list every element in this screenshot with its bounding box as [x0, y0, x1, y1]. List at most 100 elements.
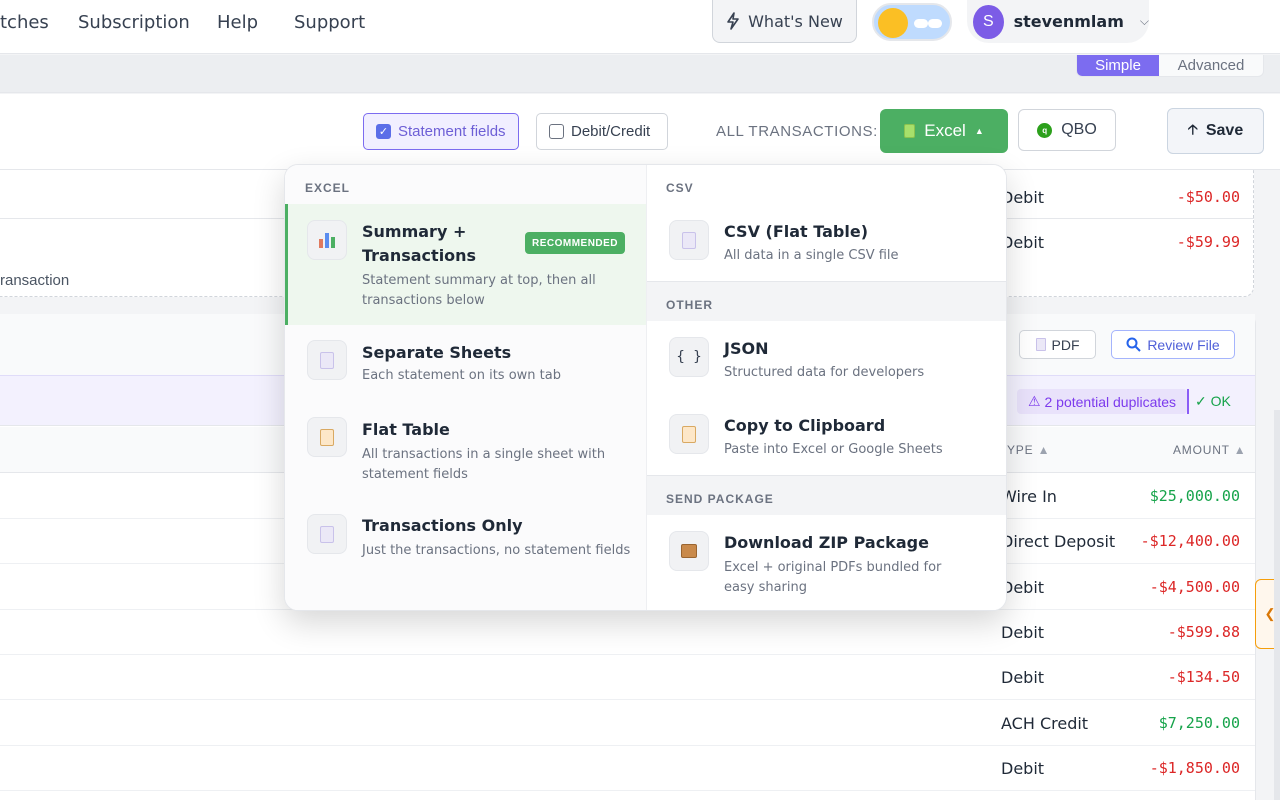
section-heading-other: OTHER [666, 298, 713, 312]
menu-item-desc: Excel + original PDFs bundled for easy s… [724, 560, 942, 595]
menu-item-title: Flat Table [362, 420, 450, 439]
recommended-badge: RECOMMENDED [525, 232, 625, 254]
qbo-export-button[interactable]: q QBO [1018, 109, 1116, 151]
debit-credit-label: Debit/Credit [571, 123, 651, 140]
cell-amount: $7,250.00 [1158, 714, 1240, 732]
nav-link-batches[interactable]: tches [0, 12, 49, 33]
cell-type: Debit [1001, 759, 1045, 778]
section-heading-send-package: SEND PACKAGE [666, 492, 774, 506]
duplicates-label: 2 potential duplicates [1044, 393, 1177, 410]
save-button[interactable]: 🡡 Save [1167, 108, 1264, 154]
whats-new-button[interactable]: What's New [712, 0, 857, 43]
menu-item-separate-sheets[interactable]: Separate Sheets Each statement on its ow… [285, 328, 646, 400]
mode-simple-button[interactable]: Simple [1077, 55, 1159, 76]
menu-item-title: CSV (Flat Table) [724, 222, 869, 241]
excel-label: Excel [924, 121, 966, 140]
review-file-button[interactable]: Review File [1111, 330, 1235, 359]
ok-badge[interactable]: ✓ OK [1195, 393, 1231, 410]
sort-up-icon: ▲ [1233, 443, 1247, 457]
menu-item-title: Summary + Transactions [362, 222, 477, 265]
all-transactions-label: ALL TRANSACTIONS: [716, 123, 878, 140]
cell-type: Wire In [1001, 487, 1057, 506]
cell-type: Direct Deposit [1001, 532, 1116, 551]
menu-item-csv[interactable]: CSV (Flat Table) All data in a single CS… [647, 204, 1006, 281]
whats-new-label: What's New [748, 11, 843, 31]
menu-item-summary-transactions[interactable]: Summary + Transactions Statement summary… [285, 204, 646, 325]
menu-item-desc: Each statement on its own tab [362, 368, 561, 383]
export-menu: EXCEL Summary + Transactions Statement s… [284, 164, 1007, 611]
package-icon [669, 531, 709, 571]
nav-link-subscription[interactable]: Subscription [78, 12, 190, 33]
cell-type: Debit [1001, 578, 1045, 597]
cell-amount: -$134.50 [1167, 668, 1240, 686]
cloud-shape [928, 19, 942, 28]
menu-item-title: Download ZIP Package [724, 533, 929, 552]
document-icon [669, 220, 709, 260]
braces-icon: { } [669, 337, 709, 377]
caret-up-icon: ▲ [974, 126, 984, 136]
row-divider [0, 654, 1255, 655]
column-type-label: YPE [1007, 443, 1034, 457]
menu-item-flat-table[interactable]: Flat Table All transactions in a single … [285, 405, 646, 495]
cell-amount: -$50.00 [1176, 188, 1240, 206]
scrollbar[interactable] [1274, 410, 1280, 800]
menu-item-desc: All data in a single CSV file [724, 248, 899, 263]
excel-file-icon [904, 124, 916, 138]
sort-up-icon: ▲ [1037, 443, 1051, 457]
mode-strip: Simple Advanced [0, 55, 1280, 93]
statement-fields-checkbox[interactable]: ✓ Statement fields [363, 113, 519, 150]
nav-link-help[interactable]: Help [217, 12, 258, 33]
menu-item-title: JSON [724, 339, 769, 358]
quickbooks-icon: q [1037, 122, 1053, 138]
duplicates-badge[interactable]: ⚠ 2 potential duplicates [1017, 389, 1187, 414]
chevron-down-icon: ⌵ [1139, 14, 1149, 28]
excel-export-button[interactable]: Excel ▲ [880, 109, 1008, 153]
save-label: Save [1205, 122, 1244, 139]
menu-item-json[interactable]: { } JSON Structured data for developers [647, 321, 1006, 398]
column-amount-label: AMOUNT [1173, 443, 1230, 457]
pdf-button[interactable]: PDF [1019, 330, 1096, 359]
sun-icon [878, 8, 908, 38]
cell-type: Debit [1001, 233, 1045, 252]
menu-item-copy-clipboard[interactable]: Copy to Clipboard Paste into Excel or Go… [647, 398, 1006, 475]
chart-icon [307, 220, 347, 260]
section-heading-csv: CSV [666, 181, 694, 195]
menu-item-title: Transactions Only [362, 516, 523, 535]
cell-amount: -$1,850.00 [1149, 759, 1240, 777]
menu-item-transactions-only[interactable]: Transactions Only Just the transactions,… [285, 503, 646, 575]
review-file-label: Review File [1147, 336, 1220, 353]
cell-amount: -$59.99 [1176, 233, 1240, 251]
checkbox-empty-icon [549, 124, 564, 139]
excel-options-column: EXCEL Summary + Transactions Statement s… [285, 165, 646, 610]
mode-switch: Simple Advanced [1076, 55, 1264, 77]
nav-link-support[interactable]: Support [294, 12, 365, 33]
column-header-type[interactable]: YPE ▲ [1007, 443, 1050, 457]
lightning-icon [727, 12, 739, 30]
row-divider [0, 745, 1255, 746]
cell-amount: -$4,500.00 [1149, 578, 1240, 596]
cell-amount: -$599.88 [1167, 623, 1240, 641]
qbo-label: QBO [1061, 121, 1097, 138]
document-icon [307, 340, 347, 380]
section-heading-excel: EXCEL [305, 181, 351, 195]
pdf-label: PDF [1051, 336, 1080, 353]
add-transaction-link[interactable]: ransaction [0, 272, 69, 289]
username: stevenmlam [1013, 12, 1124, 31]
clipboard-icon [307, 417, 347, 457]
column-header-amount[interactable]: AMOUNT ▲ [1173, 443, 1246, 457]
document-icon [307, 514, 347, 554]
theme-toggle[interactable] [872, 3, 952, 41]
mode-advanced-button[interactable]: Advanced [1159, 55, 1263, 76]
top-nav: tches Subscription Help Support What's N… [0, 0, 1280, 54]
checkbox-checked-icon: ✓ [376, 124, 391, 139]
cloud-shape [914, 19, 928, 28]
menu-item-download-zip[interactable]: Download ZIP Package Excel + original PD… [647, 515, 1006, 610]
user-menu[interactable]: S stevenmlam ⌵ [967, 0, 1149, 43]
cell-type: Debit [1001, 188, 1045, 207]
menu-item-desc: All transactions in a single sheet with … [362, 447, 606, 482]
row-divider [0, 790, 1255, 791]
warning-icon: ⚠ [1027, 393, 1041, 409]
menu-item-desc: Structured data for developers [724, 365, 925, 380]
cell-amount: $25,000.00 [1149, 487, 1240, 505]
debit-credit-checkbox[interactable]: Debit/Credit [536, 113, 668, 150]
